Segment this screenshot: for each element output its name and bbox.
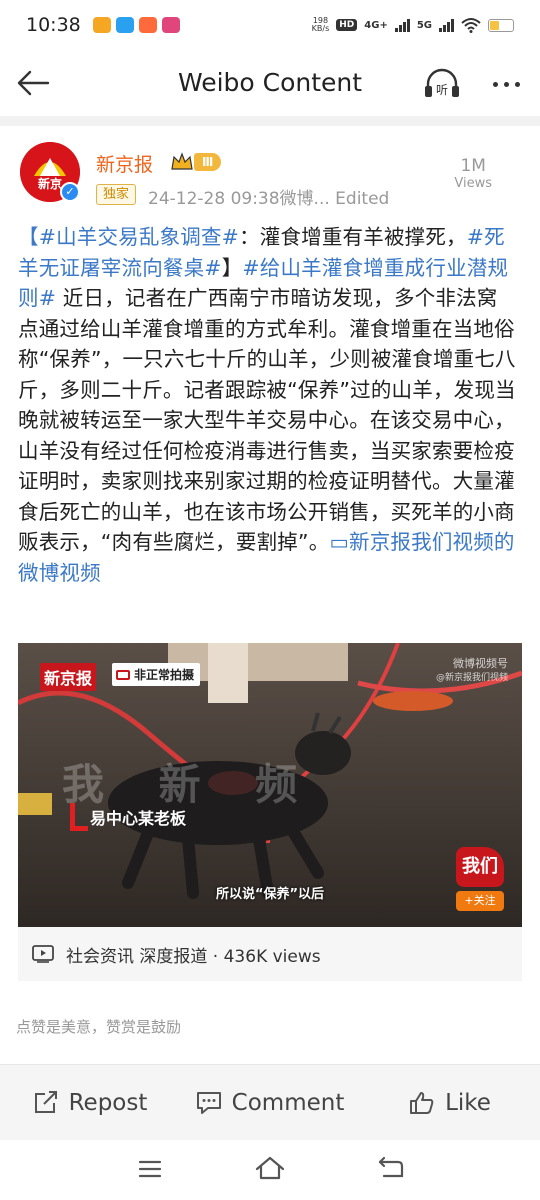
speed-unit: KB/s xyxy=(311,24,330,33)
video-play-icon xyxy=(32,945,54,963)
status-right: 198 KB/s HD 4G+ 5G xyxy=(312,17,514,33)
video-app-icon xyxy=(161,17,180,33)
battery-icon xyxy=(488,18,514,32)
video-badge: 非正常拍摄 xyxy=(112,663,201,686)
reward-prompt: 点赞是美意，赞赏是鼓励 xyxy=(16,1018,182,1036)
comment-icon xyxy=(196,1091,221,1114)
signal-5g-icon xyxy=(439,18,454,32)
post-text-part: ：灌食增重有羊被撑死， xyxy=(239,225,467,249)
header-divider xyxy=(0,116,540,126)
video-info-bar: 社会资讯 深度报道 · 436K views xyxy=(18,927,522,981)
thumbs-up-icon xyxy=(410,1091,434,1114)
exclusive-badge: 独家 xyxy=(96,184,137,205)
nav-menu-button[interactable] xyxy=(134,1154,166,1184)
views-label: Views xyxy=(454,176,492,191)
more-dot-icon xyxy=(503,81,509,87)
views-count: 1M Views xyxy=(454,156,492,191)
like-label: Like xyxy=(445,1089,491,1116)
video-info-text: 社会资讯 深度报道 · 436K views xyxy=(66,946,321,967)
video-badge-label: 非正常拍摄 xyxy=(134,668,195,682)
nav-home-button[interactable] xyxy=(254,1154,286,1184)
signal-4g-icon xyxy=(394,18,410,32)
action-bar: Repost Comment Like xyxy=(0,1064,540,1140)
status-bar: 10:38 198 KB/s HD 4G+ 5G xyxy=(0,0,540,50)
member-level-badge[interactable]: Ⅲ xyxy=(170,151,228,173)
like-button[interactable]: Like xyxy=(360,1090,540,1116)
system-nav-bar xyxy=(0,1140,540,1200)
caption-marker-icon xyxy=(70,803,88,831)
weibo-app-icon xyxy=(92,17,111,33)
listen-button[interactable]: 听 xyxy=(420,62,464,106)
status-time: 10:38 xyxy=(26,14,81,36)
svg-text:听: 听 xyxy=(436,83,448,97)
listen-icon: 听 xyxy=(425,68,459,97)
home-icon xyxy=(255,1156,285,1180)
shop-app-icon xyxy=(138,17,157,33)
battery-fill xyxy=(490,20,499,30)
video-brand-logo: 我们 xyxy=(456,847,504,887)
author-name[interactable]: 新京报 xyxy=(96,150,153,177)
more-dot-icon xyxy=(514,81,520,87)
caption-tag-text: 易中心某老板 xyxy=(90,809,187,828)
video-player[interactable]: 我 新 频 新京报 非正常拍摄 微博视频号 @新京报我们视频 易中心某老板 所以… xyxy=(18,643,522,927)
network-speed: 198 KB/s xyxy=(312,17,330,33)
post-text-part: 】 xyxy=(221,255,243,280)
video-follow-button[interactable]: +关注 xyxy=(456,891,504,911)
record-icon xyxy=(116,669,130,680)
qq-app-icon xyxy=(115,17,134,33)
level-number: Ⅲ xyxy=(194,153,222,171)
nav-back-button[interactable] xyxy=(374,1154,406,1184)
video-subtitle: 所以说“保养”以后 xyxy=(215,887,325,902)
back-nav-icon xyxy=(378,1156,404,1178)
video-logo: 新京报 xyxy=(40,663,97,691)
verified-badge-icon: ✓ xyxy=(60,182,80,202)
comment-button[interactable]: Comment xyxy=(180,1090,360,1116)
hashtag-link[interactable]: 【#山羊交易乱象调查# xyxy=(18,225,239,249)
post-meta: 24-12-28 09:38微博... Edited xyxy=(148,189,390,209)
notification-icons xyxy=(92,17,180,33)
more-dot-icon xyxy=(492,81,498,87)
repost-icon xyxy=(34,1090,57,1113)
repost-button[interactable]: Repost xyxy=(0,1090,180,1116)
signal-5g-label: 5G xyxy=(416,19,432,31)
video-watermark-sub: @新京报我们视频 xyxy=(435,673,508,683)
post-text: 【#山羊交易乱象调查#：灌食增重有羊被撑死，#死羊无证屠宰流向餐桌#】#给山羊灌… xyxy=(18,222,518,588)
hd-icon: HD xyxy=(336,19,358,31)
more-options-button[interactable] xyxy=(484,62,528,106)
video-watermark-title: 微博视频号 xyxy=(453,657,508,670)
crown-icon xyxy=(171,152,193,170)
signal-4g-label: 4G+ xyxy=(364,19,388,31)
app-header: Weibo Content 听 xyxy=(0,50,540,116)
wifi-icon xyxy=(461,18,481,33)
menu-icon xyxy=(138,1160,162,1178)
video-caption-tag: 易中心某老板 xyxy=(70,803,186,831)
comment-label: Comment xyxy=(231,1089,345,1116)
post-text-part: 近日，记者在广西南宁市暗访发现，多个非法窝点通过给山羊灌食增重的方式牟利。灌食增… xyxy=(18,286,516,554)
repost-label: Repost xyxy=(68,1089,148,1116)
video-watermark: 微博视频号 @新京报我们视频 xyxy=(436,657,508,685)
views-number: 1M xyxy=(460,156,486,176)
